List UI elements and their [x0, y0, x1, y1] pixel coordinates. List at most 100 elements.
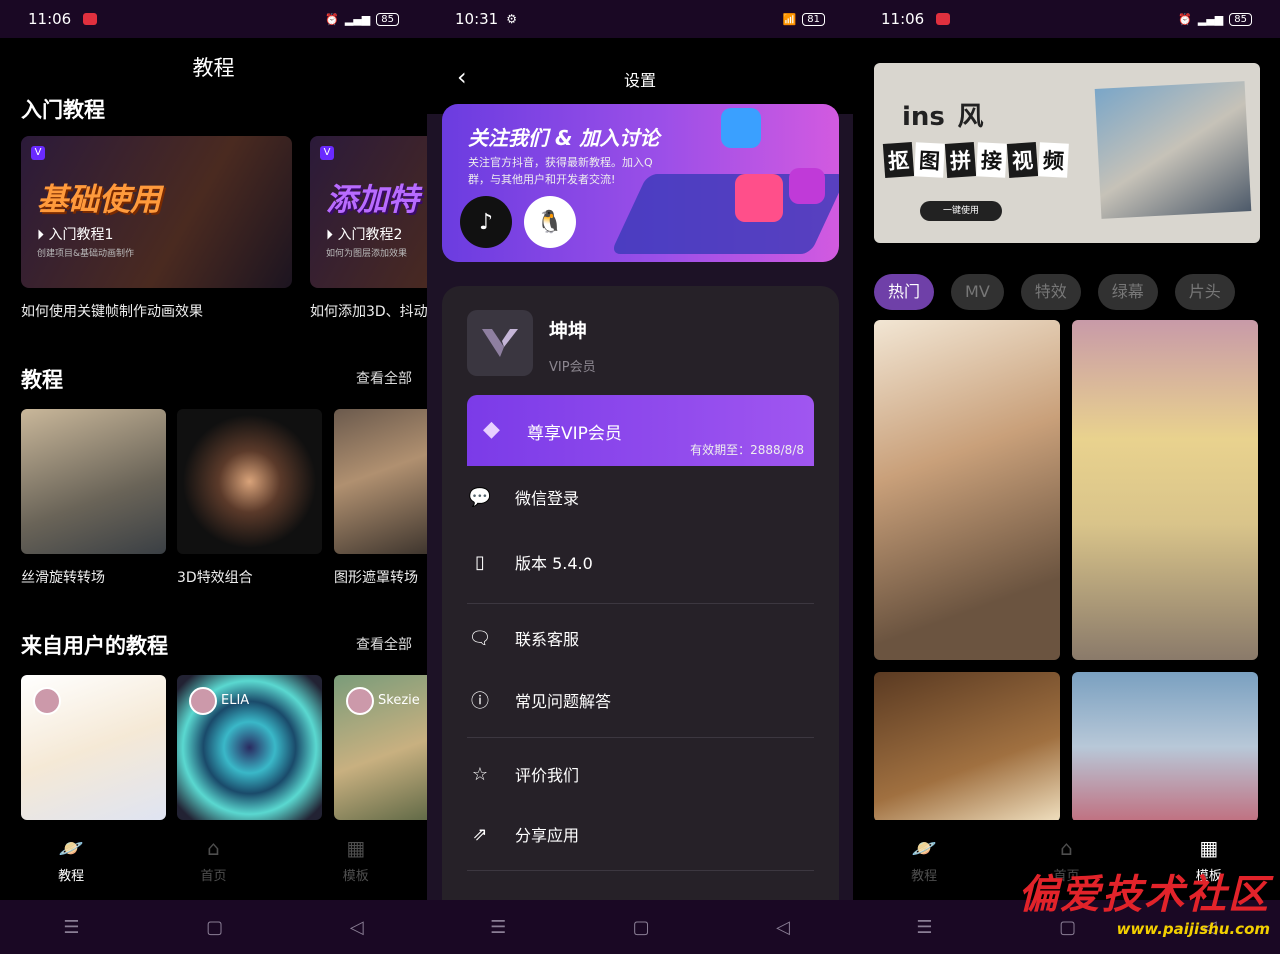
user-tutorial-3[interactable]: Skezie — [334, 675, 427, 820]
watermark-url: www.paijishu.com — [1116, 920, 1270, 938]
home-nav-icon[interactable]: ▢ — [206, 917, 223, 938]
user-tutorial-1[interactable] — [21, 675, 166, 820]
banner-title: ins 风 — [902, 102, 984, 132]
music-cube-icon — [721, 108, 761, 148]
heart-cube-icon — [735, 174, 783, 222]
chip-greenscreen[interactable]: 绿幕 — [1097, 274, 1158, 310]
wifi-icon: 📶 — [782, 12, 797, 26]
tab-tutorials[interactable]: 🪐 教程 — [26, 835, 116, 884]
row-label: 联系客服 — [515, 630, 580, 649]
alarm-icon: ⏰ — [325, 12, 339, 26]
status-time: 10:31 — [455, 10, 499, 28]
intro-banner-1[interactable]: V 基础使用 ⏵ 入门教程1 创建项目&基础动画制作 — [21, 136, 292, 288]
row-label: 分享应用 — [515, 826, 580, 845]
user-section-title: 来自用户的教程 — [21, 634, 168, 658]
chip-effects[interactable]: 特效 — [1020, 274, 1081, 310]
user-name: ELIA — [221, 693, 250, 708]
notification-icon — [83, 13, 98, 25]
system-nav-bar: ☰ ▢ ◁ — [0, 900, 427, 954]
banner-sub: ⏵ 入门教程2 — [326, 227, 403, 243]
tutorial-thumb-3[interactable] — [334, 409, 427, 554]
row-label: 评价我们 — [515, 766, 580, 785]
status-bar: 10:31 ⚙ 📶 81 — [427, 0, 853, 38]
avatar — [189, 687, 217, 715]
planet-icon: 🪐 — [911, 835, 937, 860]
play-cube-icon — [789, 168, 825, 204]
status-time: 11:06 — [881, 10, 925, 28]
douyin-icon[interactable]: ♪ — [460, 196, 512, 248]
user-tutorial-2[interactable]: ELIA — [177, 675, 322, 820]
status-bar: 11:06 ⏰ ▂▄▆ 85 — [0, 0, 427, 38]
template-tile-1[interactable] — [874, 320, 1060, 660]
see-all-link[interactable]: 查看全部 — [356, 368, 412, 388]
banner-caption-2: 如何添加3D、抖动 — [310, 304, 427, 320]
divider — [467, 870, 814, 871]
row-label: 微信登录 — [515, 489, 580, 508]
avatar — [33, 687, 61, 715]
row-rate[interactable]: ☆ 评价我们 — [467, 754, 814, 794]
menu-icon[interactable]: ☰ — [916, 917, 932, 938]
row-label: 版本 5.4.0 — [515, 554, 593, 573]
tutorial-caption-2: 3D特效组合 — [177, 570, 253, 586]
grid-icon: ▦ — [346, 835, 366, 860]
promo-desc: 关注官方抖音，获得最新教程。加入Q群，与其他用户和开发者交流! — [468, 156, 653, 186]
user-role: VIP会员 — [549, 360, 596, 375]
home-nav-icon[interactable]: ▢ — [633, 917, 650, 938]
row-wechat-login[interactable]: 💬 微信登录 — [467, 477, 814, 517]
watermark: 偏爱技术社区 www.paijishu.com — [1018, 862, 1270, 938]
template-tile-4[interactable] — [1072, 672, 1258, 822]
template-tile-3[interactable] — [874, 672, 1060, 822]
banner-caption-1: 如何使用关键帧制作动画效果 — [21, 304, 203, 320]
use-now-button[interactable]: 一键使用 — [920, 201, 1002, 221]
divider — [467, 737, 814, 738]
tutorial-thumb-1[interactable] — [21, 409, 166, 554]
intro-banner-2[interactable]: V 添加特 ⏵ 入门教程2 如何为图层添加效果 — [310, 136, 427, 288]
tab-templates[interactable]: ▦ 模板 — [311, 835, 401, 884]
notification-icon — [936, 13, 951, 25]
menu-icon[interactable]: ☰ — [63, 917, 79, 938]
banner-sub: ⏵ 入门教程1 — [37, 227, 114, 243]
tutorial-thumb-2[interactable] — [177, 409, 322, 554]
tab-home[interactable]: ⌂ 首页 — [168, 835, 258, 884]
settings-screen: 10:31 ⚙ 📶 81 ‹ 设置 关注我们 & 加入讨论 关注官方抖音，获得最… — [427, 0, 853, 954]
menu-icon[interactable]: ☰ — [490, 917, 506, 938]
home-icon: ⌂ — [207, 835, 220, 860]
tutorial-caption-1: 丝滑旋转转场 — [21, 570, 105, 586]
row-version[interactable]: ▯ 版本 5.4.0 — [467, 542, 814, 582]
grid-icon: ▦ — [1199, 835, 1219, 860]
category-chips: 热门 MV 特效 绿幕 片头 — [874, 274, 1235, 310]
banner-sub2: 创建项目&基础动画制作 — [37, 249, 135, 259]
tab-label: 模板 — [342, 868, 369, 884]
tutorials-screen: 11:06 ⏰ ▂▄▆ 85 教程 入门教程 V 基础使用 ⏵ 入门教程1 创建… — [0, 0, 427, 954]
user-see-all-link[interactable]: 查看全部 — [356, 634, 412, 654]
chip-mv[interactable]: MV — [951, 274, 1004, 310]
divider — [467, 603, 814, 604]
question-icon: ⓘ — [471, 691, 489, 712]
banner-big-text: 添加特 — [326, 182, 419, 218]
watermark-text: 偏爱技术社区 — [1018, 872, 1270, 918]
app-logo-icon: V — [320, 146, 334, 160]
home-icon: ⌂ — [1060, 835, 1073, 860]
signal-icon: ▂▄▆ — [344, 12, 371, 26]
planet-icon: 🪐 — [58, 835, 84, 860]
qq-icon[interactable]: 🐧 — [524, 196, 576, 248]
template-tile-2[interactable] — [1072, 320, 1258, 660]
templates-screen: 11:06 ⏰ ▂▄▆ 85 ins 风 抠 图 拼 接 视 频 一键使用 热门 — [853, 0, 1280, 954]
follow-us-banner[interactable]: 关注我们 & 加入讨论 关注官方抖音，获得最新教程。加入Q群，与其他用户和开发者… — [442, 104, 839, 262]
banner-chars: 抠 图 拼 接 视 频 — [882, 142, 1069, 178]
page-title: 教程 — [192, 56, 235, 80]
back-nav-icon[interactable]: ◁ — [776, 917, 790, 938]
chip-intro[interactable]: 片头 — [1174, 274, 1235, 310]
promo-title: 关注我们 & 加入讨论 — [468, 126, 660, 150]
row-contact[interactable]: 🗨 联系客服 — [467, 618, 814, 658]
chat-icon: 🗨 — [468, 627, 492, 649]
back-nav-icon[interactable]: ◁ — [350, 917, 364, 938]
row-label: 常见问题解答 — [515, 692, 612, 711]
featured-template-banner[interactable]: ins 风 抠 图 拼 接 视 频 一键使用 — [874, 63, 1260, 243]
chip-hot[interactable]: 热门 — [874, 274, 935, 310]
row-share[interactable]: ⇗ 分享应用 — [467, 814, 814, 854]
row-faq[interactable]: ⓘ 常见问题解答 — [467, 680, 814, 720]
tab-tutorials[interactable]: 🪐 教程 — [879, 835, 969, 884]
bottom-tab-bar: 🪐 教程 ⌂ 首页 ▦ 模板 — [0, 820, 427, 900]
vip-banner[interactable]: ◆ 尊享VIP会员 有效期至：2888/8/8 — [467, 395, 814, 466]
